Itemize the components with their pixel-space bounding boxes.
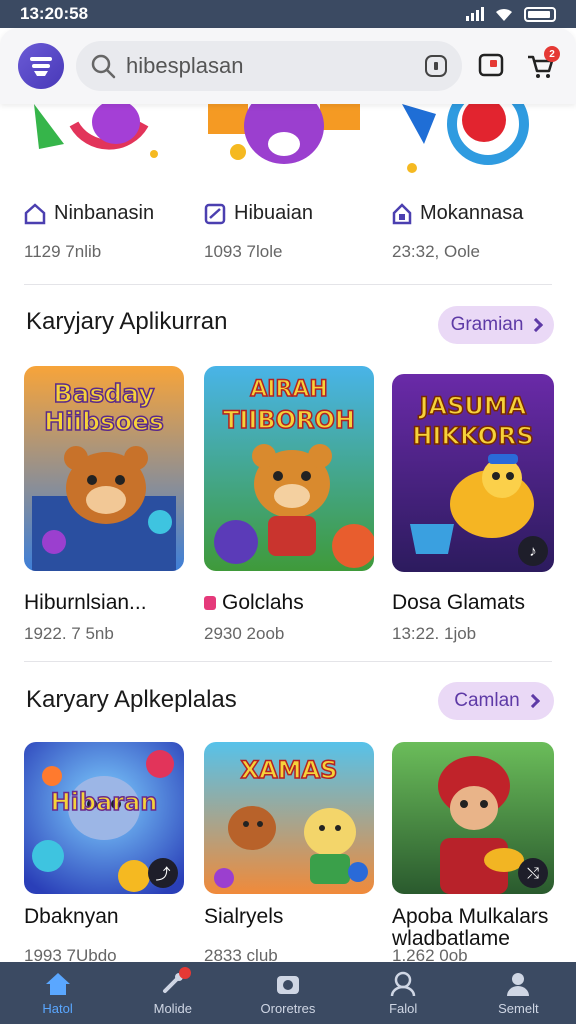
notification-button[interactable] <box>474 48 510 84</box>
app-card-2-title[interactable]: Golclahs <box>204 592 304 614</box>
nav-people[interactable]: Falol <box>353 971 453 1016</box>
chevron-right-icon <box>525 693 540 709</box>
section-1-more-label: Gramian <box>450 314 524 335</box>
store-icon <box>30 57 52 76</box>
top-app-art-2[interactable] <box>204 104 364 184</box>
section-1-more-button[interactable]: Gramian <box>438 306 554 344</box>
app-card-6[interactable]: ⤭ <box>392 742 554 894</box>
app-card-3-meta: 13:22. 1job <box>392 624 477 643</box>
home-icon <box>45 972 70 995</box>
chevron-right-icon <box>529 317 544 333</box>
app-badge-icon <box>24 202 46 224</box>
section-divider <box>24 284 552 285</box>
card-3-art-line-2: HIKKORS <box>412 422 533 450</box>
nav-home-label: Hatol <box>42 1000 73 1016</box>
top-app-3-meta: 23:32, Oole <box>392 242 480 261</box>
card-1-art-line-2: Hiibsoes <box>44 407 164 436</box>
nav-people-label: Falol <box>389 1000 418 1016</box>
app-card-3[interactable]: JASUMA HIKKORS ♪ <box>392 374 554 572</box>
card-2-art-line-2: TIIBOROH <box>223 406 355 434</box>
scan-icon[interactable] <box>424 54 448 78</box>
top-app-art-3[interactable] <box>388 104 548 184</box>
profile-icon <box>507 972 530 996</box>
top-app-art-1[interactable] <box>24 104 184 184</box>
nav-games-label: Molide <box>153 1000 192 1016</box>
share-icon: ⤭ <box>518 858 548 888</box>
status-bar: 13:20:58 <box>0 0 576 28</box>
app-card-5-title[interactable]: Sialryels <box>204 906 283 928</box>
camera-icon <box>276 975 299 994</box>
wifi-icon <box>496 8 512 21</box>
app-card-1[interactable]: Basday Hiibsoes <box>24 366 184 571</box>
search-icon <box>91 54 116 79</box>
app-card-6-title[interactable]: Apoba Mulkalars wladbatlame <box>392 906 568 950</box>
top-app-1-meta: 1129 7nlib <box>24 242 102 261</box>
section-2-title: Karyary Aplkeplalas <box>26 686 237 713</box>
app-card-4[interactable]: Hibaran ⤴ <box>24 742 184 894</box>
cart-badge: 2 <box>544 46 560 62</box>
bookmark-icon <box>204 596 216 610</box>
status-time: 13:20:58 <box>20 4 89 23</box>
app-card-1-meta: 1922. 7 5nb <box>24 624 114 643</box>
app-badge-icon <box>204 203 226 224</box>
top-app-1-label[interactable]: Ninbanasin <box>24 202 154 225</box>
app-card-3-title[interactable]: Dosa Glamats <box>392 592 525 614</box>
section-2-more-button[interactable]: Camlan <box>438 682 554 720</box>
top-app-3-label[interactable]: Mokannasa <box>392 202 523 225</box>
cart-button[interactable]: 2 <box>522 46 560 84</box>
search-input[interactable] <box>126 53 414 79</box>
nav-camera[interactable]: Ororetres <box>238 971 338 1016</box>
search-bar[interactable] <box>76 41 462 91</box>
card-2-art-line-1: AIRAH <box>250 377 328 402</box>
nav-profile[interactable]: Semelt <box>468 971 568 1016</box>
music-note-icon: ♪ <box>518 536 548 566</box>
app-card-1-title[interactable]: Hiburnlsian... <box>24 592 147 614</box>
signal-icon <box>466 7 484 21</box>
nav-notification-dot <box>178 966 191 979</box>
nav-games[interactable]: Molide <box>123 966 223 1016</box>
card-3-art-line-1: JASUMA <box>418 392 527 420</box>
section-2-more-label: Camlan <box>454 690 520 711</box>
app-card-2-meta: 2930 2oob <box>204 624 285 643</box>
share-icon: ⤴ <box>148 858 178 888</box>
nav-camera-label: Ororetres <box>260 1000 316 1016</box>
app-card-2[interactable]: AIRAH TIIBOROH <box>204 366 374 571</box>
app-header: 2 <box>0 28 576 104</box>
card-4-art-line-1: Hibaran <box>51 788 158 816</box>
person-icon <box>390 971 416 996</box>
card-1-art-line-1: Basday <box>53 379 154 408</box>
top-app-2-meta: 1093 7lole <box>204 242 283 261</box>
section-divider <box>24 661 552 662</box>
top-app-2-label[interactable]: Hibuaian <box>204 202 313 225</box>
nav-home[interactable]: Hatol <box>8 971 108 1016</box>
section-1-title: Karyjary Aplikurran <box>26 308 228 335</box>
status-icons <box>466 6 556 22</box>
battery-icon <box>524 6 556 22</box>
app-card-5[interactable]: XAMAS <box>204 742 374 894</box>
bottom-navigation: Hatol Molide Ororetres Falol Semelt <box>0 962 576 1024</box>
app-badge-icon <box>392 202 412 224</box>
card-5-art-line-1: XAMAS <box>241 756 338 784</box>
message-icon <box>478 53 504 77</box>
nav-profile-label: Semelt <box>498 1000 539 1016</box>
app-card-4-title[interactable]: Dbaknyan <box>24 906 119 928</box>
app-logo[interactable] <box>18 43 64 89</box>
